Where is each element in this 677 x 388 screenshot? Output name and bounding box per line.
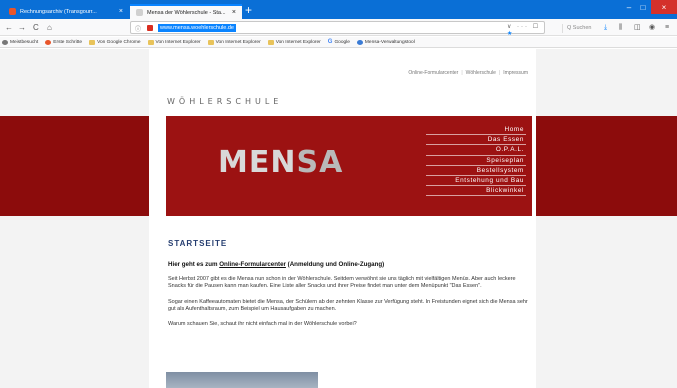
- paragraph: Seit Herbst 2007 gibt es die Mensa nun s…: [168, 276, 516, 290]
- nav-opal[interactable]: O.P.A.L.: [426, 145, 526, 156]
- forward-icon[interactable]: →: [18, 22, 26, 33]
- online-formularcenter-link[interactable]: Online-Formularcenter: [219, 261, 286, 268]
- nav-home[interactable]: Home: [426, 125, 526, 136]
- folder-icon: [89, 39, 96, 45]
- main-content: STARTSEITE Hier geht es zum Online-Formu…: [168, 239, 530, 328]
- library-icon[interactable]: ⫼: [619, 23, 622, 32]
- bookmark-meistbesucht[interactable]: Meistbesucht: [2, 39, 38, 45]
- folder-icon: [147, 39, 154, 45]
- link-online-formularcenter[interactable]: Online-Formularcenter: [408, 70, 458, 76]
- menu-icon[interactable]: ≡: [665, 23, 669, 32]
- bookmark-folder-ie[interactable]: Von Internet Explorer: [207, 39, 261, 45]
- tab-bar: Rechnungsarchiv (Transgourr... × Mensa d…: [0, 0, 677, 19]
- favicon-icon: [136, 9, 143, 16]
- tab-label: Mensa der Wöhlerschule - Sta...: [147, 9, 226, 16]
- favicon-icon: [9, 8, 16, 15]
- paragraph: Sogar einen Kaffeeautomaten bietet die M…: [168, 298, 528, 312]
- nav-entstehung-und-bau[interactable]: Entstehung und Bau: [426, 176, 526, 187]
- gear-icon: [2, 39, 8, 45]
- nav-speiseplan[interactable]: Speiseplan: [426, 156, 526, 166]
- address-bar[interactable]: ⓘ www.mensa.woehlerschule.de ∨ ··· ☐ ★ Q…: [130, 21, 591, 37]
- maximize-button[interactable]: □: [636, 0, 650, 14]
- nav-das-essen[interactable]: Das Essen: [426, 135, 526, 146]
- tab-label: Rechnungsarchiv (Transgourr...: [20, 8, 97, 15]
- mensa-logo: MENSA: [218, 145, 344, 180]
- main-navigation: Home Das Essen O.P.A.L. Speiseplan Beste…: [426, 125, 526, 197]
- close-window-button[interactable]: ×: [651, 0, 677, 14]
- info-icon[interactable]: ⓘ: [135, 24, 141, 33]
- tab-mensa[interactable]: Mensa der Wöhlerschule - Sta... ×: [130, 4, 242, 19]
- link-impressum[interactable]: Impressum: [503, 70, 528, 76]
- new-tab-button[interactable]: +: [245, 3, 252, 17]
- link-woehlerschule[interactable]: Wöhlerschule: [466, 70, 496, 76]
- reload-icon[interactable]: C: [33, 22, 39, 33]
- nav-bestellsystem[interactable]: Bestellsystem: [426, 166, 526, 176]
- close-tab-icon[interactable]: ×: [119, 8, 123, 15]
- bookmark-folder-ie[interactable]: Von Internet Explorer: [267, 39, 321, 45]
- page-actions-icon[interactable]: ∨ ··· ☐ ★: [507, 23, 544, 37]
- page-heading: STARTSEITE: [168, 239, 228, 248]
- nav-blickwinkel[interactable]: Blickwinkel: [426, 186, 526, 197]
- sidebar-icon[interactable]: ◫: [634, 23, 641, 32]
- google-icon: G: [327, 39, 333, 45]
- globe-icon: [356, 39, 363, 45]
- url-text[interactable]: www.mensa.woehlerschule.de: [158, 24, 236, 32]
- site-header: MENSA Home Das Essen O.P.A.L. Speiseplan…: [166, 116, 532, 216]
- bookmark-erste-schritte[interactable]: Erste Schritte: [45, 39, 82, 45]
- site-title: WÖHLERSCHULE: [167, 97, 283, 106]
- paragraph: Warum schauen Sie, schaut ihr nicht einf…: [168, 321, 357, 328]
- minimize-button[interactable]: –: [622, 0, 636, 14]
- bookmark-google[interactable]: G Google: [328, 39, 350, 45]
- navigation-toolbar: ← → C ⌂ ⓘ www.mensa.woehlerschule.de ∨ ·…: [0, 19, 677, 37]
- mensa-photo: [166, 372, 318, 388]
- bookmarks-toolbar: Meistbesucht Erste Schritte Von Google C…: [0, 37, 677, 48]
- tab-rechnungsarchiv[interactable]: Rechnungsarchiv (Transgourr... ×: [3, 4, 129, 19]
- close-tab-icon[interactable]: ×: [232, 9, 236, 16]
- bookmark-folder-ie[interactable]: Von Internet Explorer: [147, 39, 201, 45]
- content-column: Online-Formularcenter | Wöhlerschule | Impre…: [149, 49, 536, 388]
- download-icon[interactable]: ⤓: [604, 23, 607, 32]
- home-icon[interactable]: ⌂: [47, 22, 52, 33]
- bookmark-mensa-tool[interactable]: Mensa-Verwaltungstool: [356, 39, 415, 45]
- top-links: Online-Formularcenter | Wöhlerschule | Impre…: [408, 70, 528, 76]
- folder-icon: [207, 39, 214, 45]
- lock-icon[interactable]: [147, 25, 153, 31]
- back-icon[interactable]: ←: [5, 22, 13, 33]
- bookmark-folder-chrome[interactable]: Von Google Chrome: [89, 39, 141, 45]
- folder-icon: [267, 39, 274, 45]
- firefox-icon: [45, 39, 52, 45]
- account-icon[interactable]: ◉: [649, 23, 655, 32]
- page-viewport[interactable]: Online-Formularcenter | Wöhlerschule | Impre…: [0, 49, 677, 388]
- lead-text: Hier geht es zum Online-Formularcenter (…: [168, 261, 385, 268]
